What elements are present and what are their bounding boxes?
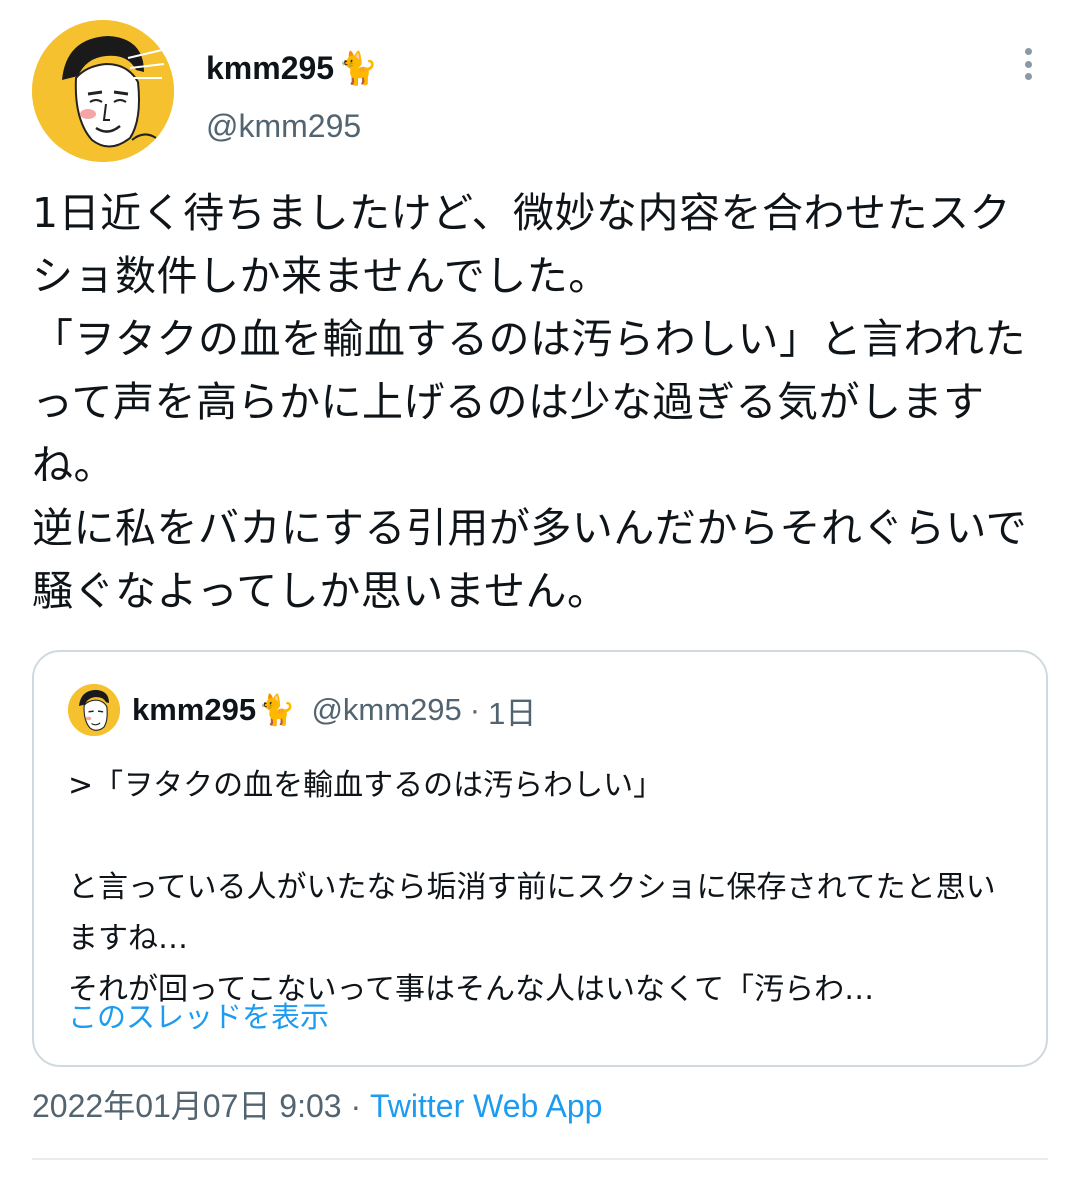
author-avatar[interactable]	[32, 20, 174, 162]
show-thread-link[interactable]: このスレッドを表示	[68, 994, 329, 1036]
more-dot-icon	[1024, 73, 1032, 80]
quoted-tweet-card[interactable]: kmm295 🐈 @kmm295 · 1日 >「ヲタクの血を輸血するのは汚らわし…	[32, 650, 1048, 1067]
quoted-tweet-header: kmm295 🐈 @kmm295 · 1日	[68, 684, 536, 736]
tweet-header: kmm295 🐈 @kmm295	[32, 20, 1048, 170]
tweet-source-link[interactable]: Twitter Web App	[370, 1088, 602, 1124]
meta-separator: ·	[469, 692, 481, 727]
cat-icon: 🐈	[338, 50, 378, 86]
quoted-author-avatar	[68, 684, 120, 736]
more-dot-icon	[1024, 60, 1032, 68]
author-display-name[interactable]: kmm295 🐈	[206, 48, 378, 88]
quoted-tweet-age: 1日	[488, 695, 537, 731]
more-options-button[interactable]	[1016, 44, 1040, 84]
meta-separator: ·	[341, 1088, 370, 1124]
tweet-metadata: 2022年01月07日 9:03 · Twitter Web App	[32, 1084, 602, 1128]
quoted-tweet-text: >「ヲタクの血を輸血するのは汚らわしい」 と言っている人がいたなら垢消す前にスク…	[68, 768, 996, 1007]
quoted-handle: @kmm295	[311, 692, 462, 727]
divider	[32, 1158, 1048, 1160]
author-names: kmm295 🐈 @kmm295	[206, 48, 378, 146]
more-dot-icon	[1024, 48, 1032, 55]
cat-icon: 🐈	[258, 692, 296, 728]
tweet-text: 1日近く待ちましたけど、微妙な内容を合わせたスクショ数件しか来ませんでした。 「…	[32, 189, 1028, 615]
avatar-illustration-icon	[32, 20, 174, 162]
quoted-display-name: kmm295	[132, 692, 257, 727]
tweet-timestamp[interactable]: 2022年01月07日 9:03	[32, 1088, 342, 1124]
author-handle[interactable]: @kmm295	[206, 106, 378, 146]
avatar-illustration-icon	[68, 684, 120, 736]
display-name-text: kmm295	[206, 50, 335, 86]
